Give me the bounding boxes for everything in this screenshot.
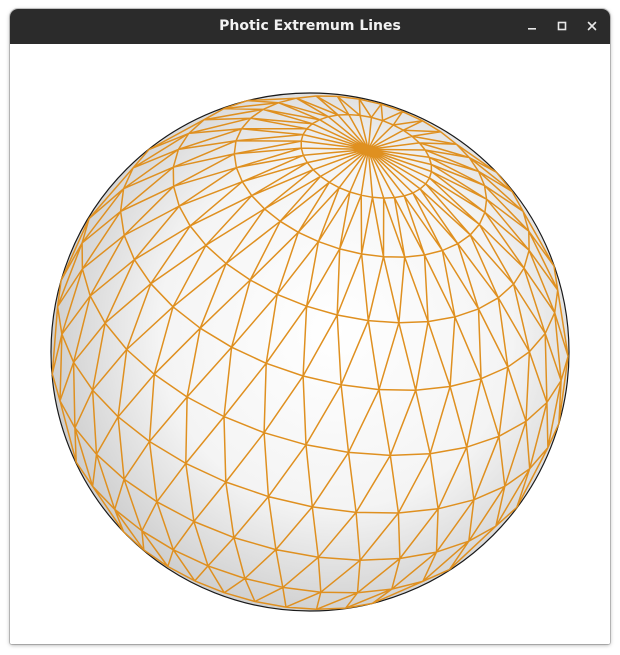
app-window: Photic Extremum Lines (10, 9, 610, 644)
minimize-icon (527, 21, 537, 31)
maximize-button[interactable] (550, 15, 574, 37)
sphere-mesh (50, 92, 570, 612)
title-bar[interactable]: Photic Extremum Lines (10, 9, 610, 44)
close-button[interactable] (580, 15, 604, 37)
render-viewport[interactable] (10, 44, 610, 644)
sphere-render (50, 92, 570, 612)
minimize-button[interactable] (520, 15, 544, 37)
close-icon (587, 21, 597, 31)
maximize-icon (557, 21, 567, 31)
